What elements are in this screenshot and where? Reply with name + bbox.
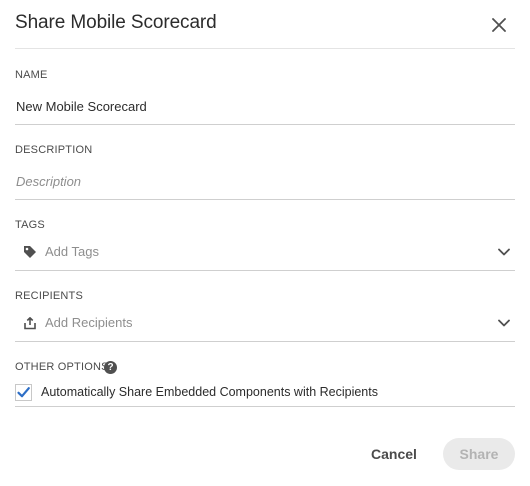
help-icon[interactable]: ? [104, 361, 117, 374]
header-divider [15, 48, 515, 49]
description-placeholder: Description [16, 174, 82, 189]
recipients-label: RECIPIENTS [15, 290, 84, 302]
chevron-down-icon[interactable] [498, 248, 510, 256]
checkmark-icon [17, 387, 30, 398]
description-field[interactable]: Description [15, 171, 515, 200]
tags-field[interactable]: Add Tags [15, 242, 515, 271]
options-divider [15, 406, 515, 407]
chevron-down-icon[interactable] [498, 319, 510, 327]
name-value: New Mobile Scorecard [16, 99, 147, 114]
name-label: NAME [15, 69, 48, 81]
dialog-title: Share Mobile Scorecard [15, 12, 217, 33]
recipients-field[interactable]: Add Recipients [15, 313, 515, 342]
embed-components-label[interactable]: Automatically Share Embedded Components … [41, 385, 378, 399]
share-dialog: Share Mobile Scorecard NAME New Mobile S… [0, 0, 530, 486]
share-button[interactable]: Share [443, 438, 515, 470]
description-label: DESCRIPTION [15, 144, 93, 156]
other-options-label: OTHER OPTIONS [15, 361, 109, 373]
tags-label: TAGS [15, 219, 45, 231]
cancel-button[interactable]: Cancel [360, 439, 428, 469]
close-button[interactable] [488, 14, 510, 36]
embed-components-checkbox[interactable] [15, 384, 32, 401]
share-icon [24, 317, 36, 330]
tag-icon [24, 246, 36, 258]
name-field[interactable]: New Mobile Scorecard [15, 96, 515, 125]
recipients-placeholder: Add Recipients [45, 315, 133, 330]
tags-placeholder: Add Tags [45, 244, 99, 259]
close-icon [492, 18, 506, 32]
